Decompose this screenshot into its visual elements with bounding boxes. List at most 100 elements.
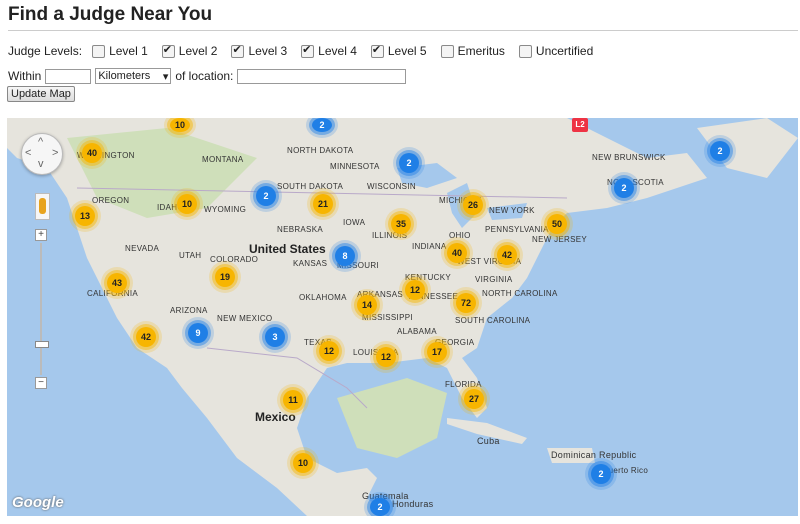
judge-cluster[interactable]: 2 — [312, 118, 332, 132]
checkbox-label: Emeritus — [457, 44, 505, 58]
judge-cluster[interactable]: 42 — [136, 327, 156, 347]
zoom-track[interactable] — [40, 243, 42, 375]
judge-cluster[interactable]: 9 — [188, 323, 208, 343]
level-4-checkbox[interactable]: Level 4 — [301, 43, 357, 58]
pan-right-icon[interactable]: > — [52, 147, 58, 159]
state-label: ARIZONA — [170, 306, 208, 315]
state-label: OREGON — [92, 196, 130, 205]
judge-cluster[interactable]: 2 — [710, 141, 730, 161]
judge-cluster[interactable]: 21 — [313, 194, 333, 214]
checkbox-box[interactable] — [518, 44, 532, 58]
judge-cluster[interactable]: 26 — [463, 195, 483, 215]
checkbox-box[interactable] — [370, 43, 384, 58]
judge-cluster[interactable]: 40 — [447, 243, 467, 263]
level-2-checkbox[interactable]: Level 2 — [161, 43, 218, 58]
checkbox-box[interactable] — [440, 44, 454, 58]
street-view-pegman-icon[interactable] — [35, 193, 50, 220]
level-3-checkbox[interactable]: Level 3 — [231, 43, 288, 58]
state-label: NEW BRUNSWICK — [592, 153, 666, 162]
state-label: WYOMING — [204, 205, 247, 214]
judge-cluster[interactable]: 2 — [614, 178, 634, 198]
judge-cluster[interactable]: 50 — [547, 214, 567, 234]
judge-cluster[interactable]: 2 — [591, 464, 611, 484]
distance-filter: Within Kilometers ▾ of location: — [8, 68, 407, 84]
state-label: NEW YORK — [489, 206, 535, 215]
country-label: United States — [249, 242, 326, 256]
checkbox-box[interactable] — [301, 43, 315, 58]
checkbox-label: Level 2 — [178, 44, 218, 58]
pan-left-icon[interactable]: < — [25, 147, 31, 159]
title-divider — [8, 30, 798, 31]
land-green — [337, 378, 447, 458]
page-title: Find a Judge Near You — [8, 4, 213, 25]
level-5-checkbox[interactable]: Level 5 — [370, 43, 427, 58]
judge-cluster[interactable]: 12 — [376, 347, 396, 367]
judge-cluster[interactable]: 40 — [82, 143, 102, 163]
judge-cluster[interactable]: 72 — [456, 293, 476, 313]
state-label: COLORADO — [210, 255, 259, 264]
country-label: Mexico — [255, 410, 296, 424]
judge-cluster[interactable]: 10 — [293, 453, 313, 473]
unit-select[interactable]: Kilometers ▾ — [95, 68, 172, 84]
emeritus-checkbox[interactable]: Emeritus — [440, 44, 505, 58]
judge-cluster[interactable]: 35 — [391, 214, 411, 234]
level-1-checkbox[interactable]: Level 1 — [92, 44, 148, 58]
zoom-out-button[interactable]: − — [35, 377, 47, 389]
judge-cluster[interactable]: 19 — [215, 267, 235, 287]
judge-levels-label: Judge Levels: — [8, 44, 83, 58]
judge-cluster[interactable]: 42 — [497, 245, 517, 265]
checkbox-box[interactable] — [161, 43, 175, 58]
pan-down-icon[interactable]: v — [38, 158, 44, 170]
judge-cluster[interactable]: 3 — [265, 327, 285, 347]
radius-input[interactable] — [45, 68, 92, 84]
judge-cluster[interactable]: 2 — [256, 186, 276, 206]
state-label: SOUTH DAKOTA — [277, 182, 344, 191]
judge-cluster[interactable]: 12 — [405, 280, 425, 300]
checkbox-label: Level 4 — [318, 44, 357, 58]
zoom-control[interactable]: + − — [35, 229, 49, 389]
checkbox-box[interactable] — [231, 43, 245, 58]
location-input[interactable] — [237, 68, 407, 84]
judge-cluster[interactable]: 10 — [170, 118, 190, 132]
state-label: ALABAMA — [397, 327, 437, 336]
state-label: UTAH — [179, 251, 202, 260]
map-marker[interactable]: L2 — [572, 118, 588, 132]
judge-cluster[interactable]: 14 — [357, 295, 377, 315]
judge-cluster[interactable]: 27 — [464, 389, 484, 409]
state-label: IOWA — [343, 218, 366, 227]
state-label: FLORIDA — [445, 380, 482, 389]
pan-up-icon[interactable]: ^ — [38, 136, 43, 148]
state-label: OKLAHOMA — [299, 293, 347, 302]
judge-cluster[interactable]: 13 — [75, 206, 95, 226]
judge-cluster[interactable]: 8 — [335, 246, 355, 266]
judge-cluster[interactable]: 12 — [319, 341, 339, 361]
judge-cluster[interactable]: 2 — [370, 498, 390, 516]
state-label: SOUTH CAROLINA — [455, 316, 531, 325]
pan-control[interactable]: ^ < > v — [21, 133, 63, 175]
state-label: OHIO — [449, 231, 471, 240]
checkbox-label: Level 3 — [248, 44, 288, 58]
checkbox-label: Uncertified — [535, 44, 594, 58]
google-logo: Google — [12, 494, 64, 511]
uncertified-checkbox[interactable]: Uncertified — [518, 44, 594, 58]
state-label: NEVADA — [125, 244, 160, 253]
judge-cluster[interactable]: 2 — [399, 153, 419, 173]
zoom-slider-thumb[interactable] — [35, 341, 49, 348]
state-label: INDIANA — [412, 242, 447, 251]
checkbox-box[interactable] — [92, 44, 106, 58]
dropdown-arrow-icon: ▾ — [162, 70, 169, 83]
state-label: NEW MEXICO — [217, 314, 273, 323]
update-map-button[interactable]: Update Map — [7, 86, 75, 102]
within-label: Within — [8, 69, 42, 83]
zoom-in-button[interactable]: + — [35, 229, 47, 241]
judge-cluster[interactable]: 11 — [283, 390, 303, 410]
checkbox-label: Level 5 — [387, 44, 427, 58]
state-label: VIRGINIA — [475, 275, 513, 284]
state-label: WISCONSIN — [367, 182, 416, 191]
map-canvas[interactable]: ^ < > v + − L2 United States Mexico Cuba… — [7, 118, 798, 516]
judge-cluster[interactable]: 10 — [177, 194, 197, 214]
country-label: Cuba — [477, 436, 500, 446]
judge-cluster[interactable]: 17 — [427, 342, 447, 362]
checkbox-label: Level 1 — [109, 44, 148, 58]
judge-cluster[interactable]: 43 — [107, 273, 127, 293]
